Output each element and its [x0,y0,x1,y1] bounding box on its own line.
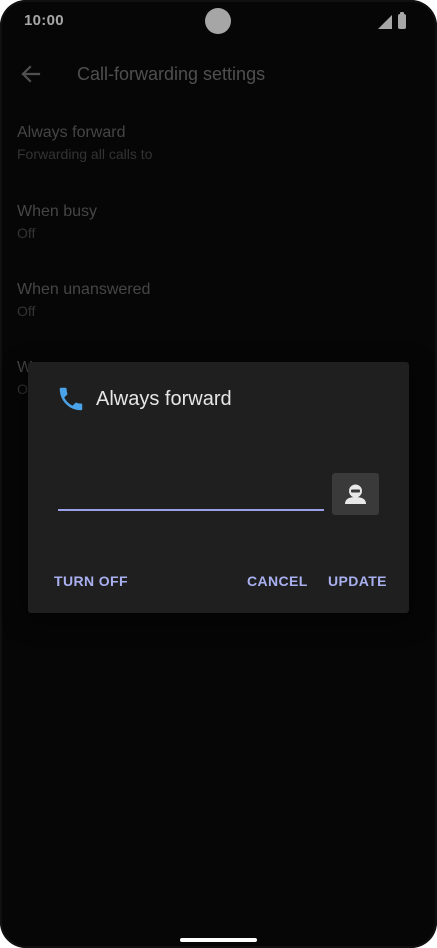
phone-screen: 10:00 Call-forwarding settings Always fo… [0,0,437,948]
input-underline [58,509,324,511]
turn-off-button[interactable]: TURN OFF [54,573,128,589]
always-forward-dialog: Always forward TURN OFF CANCEL UPDATE [28,362,409,613]
phone-icon [59,387,83,411]
contact-icon [345,484,366,504]
update-button[interactable]: UPDATE [328,573,387,589]
dialog-title: Always forward [96,388,232,410]
pick-contact-button[interactable] [332,473,379,515]
forward-number-input[interactable] [58,476,328,508]
cancel-button[interactable]: CANCEL [247,573,308,589]
home-indicator[interactable] [180,938,257,942]
